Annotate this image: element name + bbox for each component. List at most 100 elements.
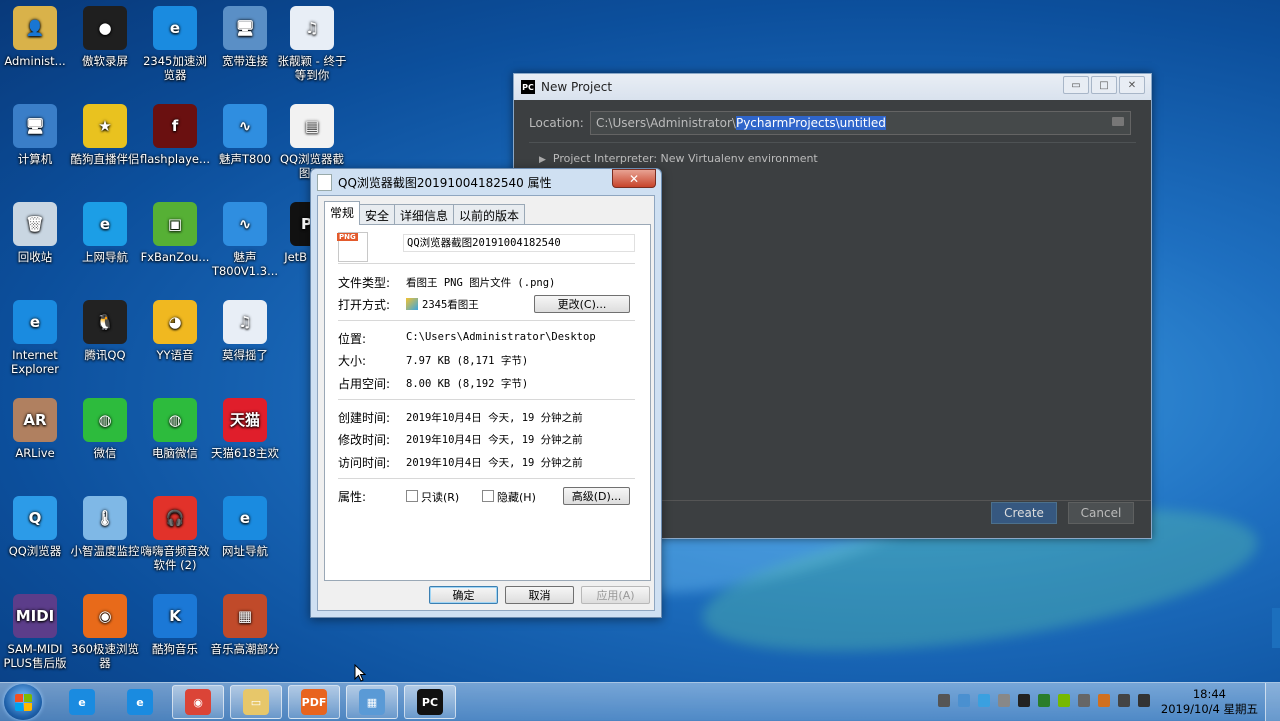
desktop-icon-web-nav[interactable]: e 上网导航 (70, 202, 140, 264)
tray-volume-icon[interactable] (1118, 694, 1130, 707)
desktop-icon-meisheng[interactable]: ∿ 魅声T800 (210, 104, 280, 166)
ie-icon: e (69, 689, 95, 715)
cancel-button[interactable]: 取消 (505, 586, 574, 604)
desktop-icon-kugou[interactable]: K 酷狗音乐 (140, 594, 210, 656)
pdf-icon: PDF (301, 689, 327, 715)
desktop-icon-flashplayer[interactable]: f flashplaye... (140, 104, 210, 166)
maximize-button[interactable]: □ (1091, 76, 1117, 94)
close-button[interactable]: ✕ (1119, 76, 1145, 94)
taskbar: e e ◉ ▭ PDF ▦ PC 18:44 2019/10/4 星期五 (0, 682, 1280, 721)
properties-titlebar[interactable]: QQ浏览器截图20191004182540 属性 (311, 169, 661, 195)
show-desktop-button[interactable] (1265, 683, 1280, 721)
disk-size-label: 占用空间: (338, 377, 391, 391)
desktop-icon-label: 360极速浏览器 (71, 642, 139, 670)
desktop-icon-qq[interactable]: 🐧 腾讯QQ (70, 300, 140, 362)
2345-icon: e (127, 689, 153, 715)
pycharm-pin[interactable]: PC (404, 685, 456, 719)
tray-nvidia-icon[interactable] (1058, 694, 1070, 707)
desktop-icon-wechat[interactable]: ◍ 微信 (70, 398, 140, 460)
explorer-icon: ▭ (243, 689, 269, 715)
desktop-icon-kugou-live[interactable]: ★ 酷狗直播伴侣 (70, 104, 140, 166)
tab-details[interactable]: 详细信息 (394, 204, 455, 225)
desktop-icon-yy[interactable]: ◕ YY语音 (140, 300, 210, 362)
desktop-icon-music-pack[interactable]: ▦ 音乐高潮部分 (210, 594, 280, 656)
filename-input[interactable]: QQ浏览器截图20191004182540 (403, 234, 635, 252)
tray-temp-icon[interactable] (998, 694, 1010, 707)
desktop-icon-label: QQ浏览器 (8, 544, 62, 558)
start-button[interactable] (4, 684, 42, 720)
desktop-icon-computer[interactable]: 🖥 计算机 (0, 104, 70, 166)
control-pin[interactable]: ▦ (346, 685, 398, 719)
tray-shield-icon[interactable] (1038, 694, 1050, 707)
location-input[interactable]: C:\Users\Administrator\PycharmProjects\u… (590, 111, 1131, 135)
interpreter-expander[interactable]: ▶ Project Interpreter: New Virtualenv env… (539, 152, 818, 165)
desktop-icon-zhangliying[interactable]: ♫ 张靓颖 - 终于等到你 (277, 6, 347, 82)
ok-button[interactable]: 确定 (429, 586, 498, 604)
advanced-button[interactable]: 高级(D)... (563, 487, 630, 505)
general-panel: PNG QQ浏览器截图20191004182540 文件类型: 看图王 PNG … (324, 224, 651, 581)
desktop-icon-aoruan[interactable]: ● 傲软录屏 (70, 6, 140, 68)
desktop-icon-admin[interactable]: 👤 Administ... (0, 6, 70, 68)
desktop-icon-label: SAM-MIDI PLUS售后版 (3, 642, 67, 670)
desktop-icon-recycle[interactable]: 🗑 回收站 (0, 202, 70, 264)
desktop-icon-pc-wechat[interactable]: ◍ 电脑微信 (140, 398, 210, 460)
location-label: 位置: (338, 332, 367, 346)
chrome-icon: ◉ (185, 689, 211, 715)
haihai-icon: 🎧 (153, 496, 197, 540)
desktop-icon-haihai[interactable]: 🎧 嗨嗨音频音效软件 (2) (140, 496, 210, 572)
hidden-checkbox[interactable]: 隐藏(H) (482, 489, 536, 505)
desktop-icon-arlive[interactable]: AR ARLive (0, 398, 70, 460)
desktop-icon-tmall[interactable]: 天猫 天猫618主欢 (210, 398, 280, 460)
tab-previous-versions[interactable]: 以前的版本 (453, 204, 526, 225)
minimize-button[interactable]: ▭ (1063, 76, 1089, 94)
desktop-icon-label: 网址导航 (222, 544, 268, 558)
tray-app-icon[interactable] (1018, 694, 1030, 707)
mouse-cursor-icon (354, 664, 366, 682)
desktop-icon-fxbanzou[interactable]: ▣ FxBanZou... (140, 202, 210, 264)
checkbox-icon (482, 490, 494, 502)
desktop-icon-360browser[interactable]: ◉ 360极速浏览器 (70, 594, 140, 670)
open-with-label: 打开方式: (338, 298, 391, 312)
kugou-live-icon: ★ (83, 104, 127, 148)
ie-pin[interactable]: e (56, 685, 108, 719)
chrome-pin[interactable]: ◉ (172, 685, 224, 719)
desktop-icon-2345browser[interactable]: e 2345加速浏览器 (140, 6, 210, 82)
web-nav-icon: e (83, 202, 127, 246)
divider (338, 478, 635, 479)
desktop-icon-ie[interactable]: e Internet Explorer (0, 300, 70, 376)
tray-arrow-icon[interactable] (958, 694, 970, 707)
pdf-pin[interactable]: PDF (288, 685, 340, 719)
tray-speaker-icon[interactable] (1098, 694, 1110, 707)
cancel-button[interactable]: Cancel (1068, 502, 1134, 524)
tray-flag-icon[interactable] (1138, 694, 1150, 707)
desktop-icon-web-nav2[interactable]: e 网址导航 (210, 496, 280, 558)
desktop-icon-mp3-2[interactable]: ♫ 莫得摇了 (210, 300, 280, 362)
tab-security[interactable]: 安全 (359, 204, 396, 225)
clock[interactable]: 18:44 2019/10/4 星期五 (1161, 687, 1258, 717)
desktop-icon-sam-midi[interactable]: MIDI SAM-MIDI PLUS售后版 (0, 594, 70, 670)
desktop-icon-qq-browser[interactable]: Q QQ浏览器 (0, 496, 70, 558)
desktop-icon-label: 微信 (93, 446, 117, 460)
arlive-icon: AR (13, 398, 57, 442)
tab-general[interactable]: 常规 (324, 201, 361, 225)
create-button[interactable]: Create (991, 502, 1057, 524)
2345-pin[interactable]: e (114, 685, 166, 719)
explorer-pin[interactable]: ▭ (230, 685, 282, 719)
mp3-2-icon: ♫ (223, 300, 267, 344)
close-button[interactable]: ✕ (612, 169, 656, 188)
tray-settings-icon[interactable] (938, 694, 950, 707)
desktop-icon-label: 上网导航 (82, 250, 128, 264)
desktop-icon-meisheng2[interactable]: ∿ 魅声T800V1.3... (210, 202, 280, 278)
readonly-checkbox[interactable]: 只读(R) (406, 489, 459, 505)
pycharm-titlebar[interactable]: PC New Project ▭ □ ✕ (514, 74, 1151, 100)
apply-button[interactable]: 应用(A) (581, 586, 650, 604)
desktop-icon-broadband[interactable]: 🖥 宽带连接 (210, 6, 280, 68)
divider (338, 320, 635, 321)
sam-midi-icon: MIDI (13, 594, 57, 638)
change-button[interactable]: 更改(C)... (534, 295, 630, 313)
checkbox-icon (406, 490, 418, 502)
desktop-icon-temp-monitor[interactable]: 🌡 小智温度监控 (70, 496, 140, 558)
folder-browse-icon[interactable] (1112, 117, 1124, 126)
tray-usb-icon[interactable] (1078, 694, 1090, 707)
tray-network-icon[interactable] (978, 694, 990, 707)
